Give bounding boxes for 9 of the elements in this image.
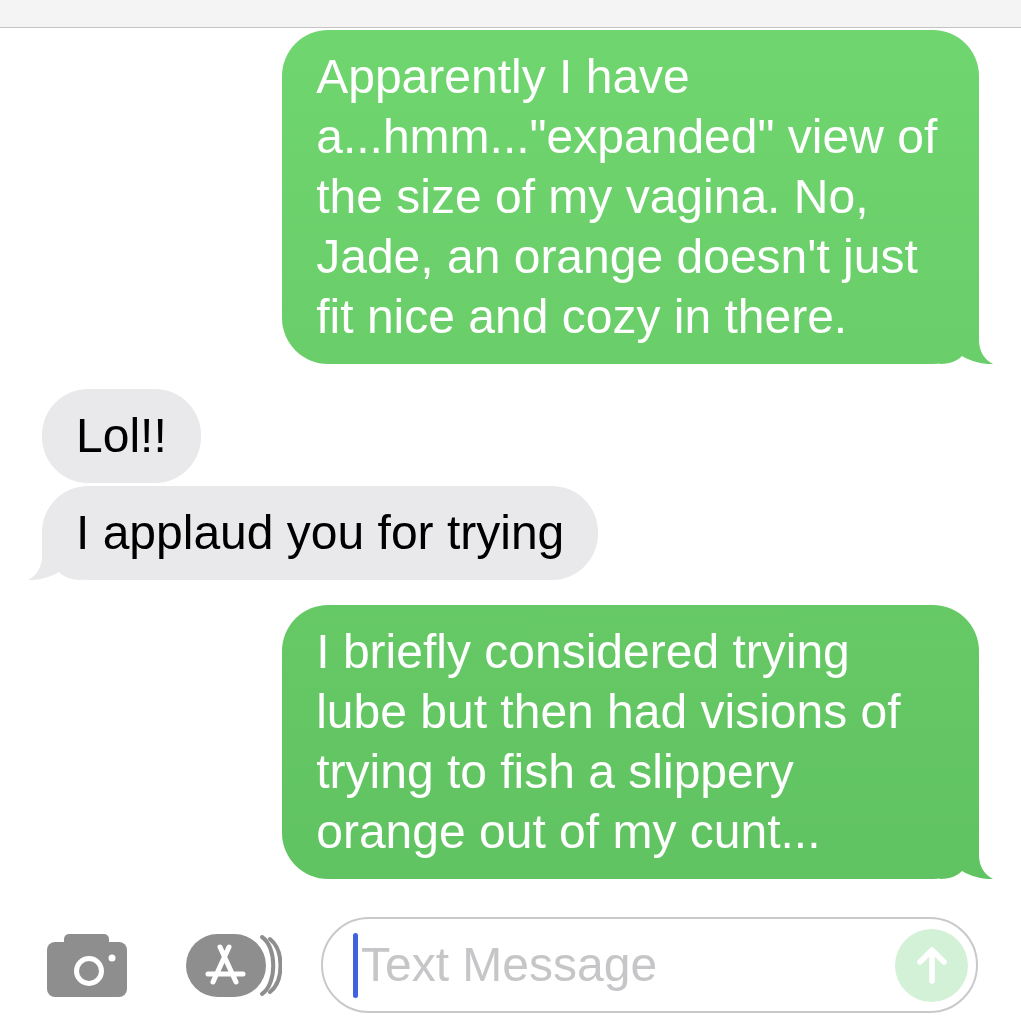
message-text: Apparently I have a...hmm..."expanded" view of the size of my vagina. No, Jade, an orange doesn't just fit nice and cozy in there. xyxy=(316,49,939,345)
message-text: Lol!! xyxy=(76,408,167,464)
arrow-up-icon xyxy=(915,946,948,984)
message-text: I applaud you for trying xyxy=(76,505,565,561)
message-text: I briefly considered trying lube but then had visions of trying to fish a slippery orange out of my cunt... xyxy=(316,624,902,860)
message-input-field[interactable]: Text Message xyxy=(321,917,978,1013)
camera-icon[interactable] xyxy=(47,933,127,997)
text-input[interactable]: Text Message xyxy=(361,935,895,995)
apps-icon[interactable] xyxy=(186,933,282,997)
